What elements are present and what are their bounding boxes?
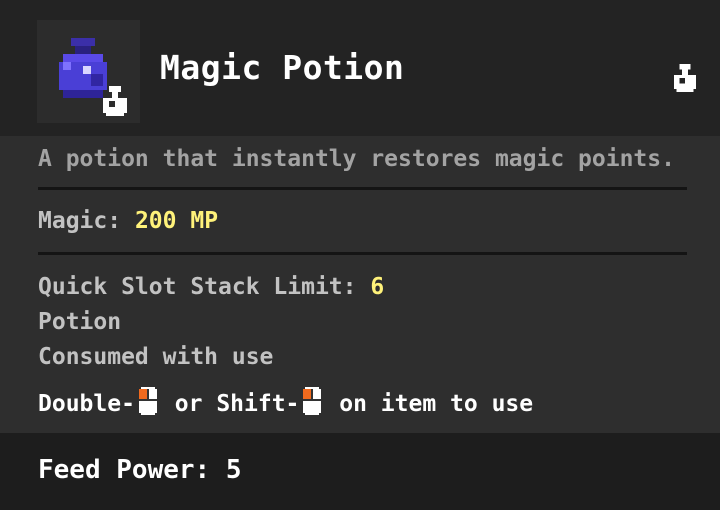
divider: [38, 252, 687, 255]
usage-text-double: Double-: [38, 391, 135, 417]
magic-stat: Magic: 200 MP: [38, 206, 218, 236]
item-title: Magic Potion: [160, 48, 405, 87]
usage-text-end: on item to use: [325, 391, 534, 417]
consumed-note: Consumed with use: [38, 344, 274, 370]
usage-hint: Double- or Shift- on item to use: [38, 387, 533, 419]
magic-label: Magic:: [38, 208, 122, 234]
left-mouse-click-icon: [138, 387, 157, 415]
flask-icon: [103, 86, 127, 116]
item-description: A potion that instantly restores magic p…: [38, 146, 675, 172]
feed-power: Feed Power: 5: [38, 455, 242, 485]
stack-limit: Quick Slot Stack Limit: 6: [38, 272, 384, 302]
item-tooltip: Magic Potion A potion that instantly res…: [0, 0, 720, 510]
tooltip-footer: Feed Power: 5: [0, 433, 720, 510]
item-slot: [37, 20, 140, 123]
left-mouse-click-icon: [303, 387, 322, 415]
divider: [38, 187, 687, 190]
flask-icon: [673, 64, 697, 92]
item-category: Potion: [38, 309, 122, 335]
tooltip-header: Magic Potion: [0, 0, 720, 136]
magic-value: 200 MP: [134, 208, 219, 234]
stack-limit-label: Quick Slot Stack Limit:: [38, 274, 357, 300]
stack-limit-value: 6: [370, 274, 385, 300]
tooltip-body: A potion that instantly restores magic p…: [0, 136, 720, 433]
usage-text-shift: or Shift-: [160, 391, 300, 417]
